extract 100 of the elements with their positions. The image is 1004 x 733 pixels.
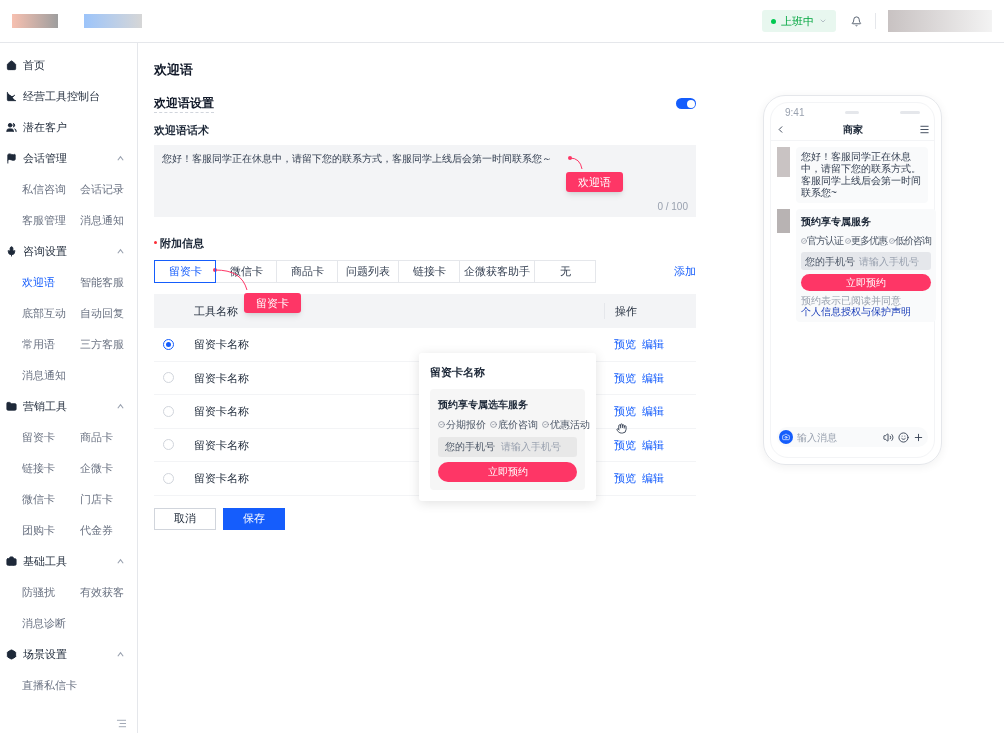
status-dropdown[interactable]: 上班中 xyxy=(762,10,836,32)
chevron-icon[interactable] xyxy=(116,557,125,566)
card-type-tab[interactable]: 企微获客助手 xyxy=(459,260,535,283)
collapse-icon[interactable] xyxy=(116,718,127,729)
sidebar-subitem[interactable]: 自动回复 xyxy=(79,298,137,329)
sidebar-subitem[interactable]: 底部互动 xyxy=(22,298,80,329)
briefcase-icon xyxy=(6,556,17,567)
privacy-link[interactable]: 个人信息授权与保护声明 xyxy=(801,306,911,317)
sidebar-item[interactable]: 会话管理 xyxy=(0,143,137,174)
sidebar-item[interactable]: 咨询设置 xyxy=(0,236,137,267)
table-cell-text: 留资卡名称 xyxy=(194,471,249,486)
card-type-tab[interactable]: 无 xyxy=(534,260,596,283)
emoji-icon[interactable] xyxy=(898,431,909,443)
sidebar-item[interactable]: 首页 xyxy=(0,50,137,81)
book-button[interactable]: 立即预约 xyxy=(801,274,931,291)
lead-card: 预约享专属服务 官方认证 更多优惠 低价咨询 您的手机号 请输入手机号 立即预约 预约表示已阅读并同意 个人信息授权与保护声明 xyxy=(796,209,936,322)
sidebar-item[interactable]: 潜在客户 xyxy=(0,112,137,143)
sidebar-subitem[interactable]: 常用语 xyxy=(22,329,80,360)
sidebar-subitem[interactable]: 代金券 xyxy=(79,515,137,546)
check-icon xyxy=(438,420,445,428)
save-button[interactable]: 保存 xyxy=(223,507,285,530)
notification-icon[interactable] xyxy=(851,15,862,27)
table-cell-text: 留资卡名称 xyxy=(194,437,249,453)
check-icon xyxy=(542,420,549,428)
logo-placeholder xyxy=(84,14,142,28)
logo-placeholder xyxy=(12,14,58,28)
sidebar-item[interactable]: 经营工具控制台 xyxy=(0,81,137,112)
sidebar-subitem[interactable]: 智能客服 xyxy=(79,267,137,298)
sidebar-item[interactable]: 基础工具 xyxy=(0,546,137,577)
add-link[interactable]: 添加 xyxy=(674,263,696,280)
sidebar-subitem[interactable]: 客服管理 xyxy=(22,205,80,236)
action-link[interactable]: 编辑 xyxy=(642,470,664,487)
sidebar-subitem[interactable]: 消息通知 xyxy=(22,360,80,391)
sidebar-subitem[interactable]: 门店卡 xyxy=(79,484,137,515)
camera-button[interactable] xyxy=(779,430,793,444)
sidebar-subitem[interactable]: 直播私信卡 xyxy=(22,670,80,701)
sidebar-subitem[interactable]: 消息诊断 xyxy=(22,608,80,639)
chevron-icon[interactable] xyxy=(116,650,125,659)
card-title: 预约享专属选车服务 xyxy=(438,397,529,412)
hexagon-icon xyxy=(6,649,17,660)
column-header: 操作 xyxy=(604,302,696,320)
toggle-switch[interactable] xyxy=(676,98,696,109)
pointer-cursor-icon xyxy=(616,423,627,434)
sidebar-subitem[interactable]: 三方客服 xyxy=(79,329,137,360)
sidebar-subitem[interactable]: 企微卡 xyxy=(79,453,137,484)
action-link[interactable]: 编辑 xyxy=(642,403,664,420)
sidebar-subitem[interactable]: 有效获客 xyxy=(79,577,137,608)
sidebar-subitem[interactable]: 会话记录 xyxy=(79,174,137,205)
sidebar-subitem[interactable]: 团购卡 xyxy=(22,515,80,546)
sidebar-item-label: 基础工具 xyxy=(23,554,68,570)
menu-icon[interactable] xyxy=(919,124,930,135)
card-tag: 更多优惠 xyxy=(851,233,887,248)
action-link[interactable]: 预览 xyxy=(614,403,636,420)
action-link[interactable]: 预览 xyxy=(614,436,636,453)
book-button[interactable]: 立即预约 xyxy=(438,461,577,482)
card-type-tab[interactable]: 链接卡 xyxy=(398,260,460,283)
sidebar-item-label: 经营工具控制台 xyxy=(23,89,101,105)
action-link[interactable]: 预览 xyxy=(614,369,636,386)
sidebar-subitem[interactable]: 欢迎语 xyxy=(22,267,80,298)
action-link[interactable]: 编辑 xyxy=(642,336,664,353)
chat-title: 商家 xyxy=(842,123,863,137)
camera-icon xyxy=(782,433,790,441)
sidebar-subitem[interactable]: 留资卡 xyxy=(22,422,80,453)
check-icon xyxy=(889,237,895,244)
card-type-tab[interactable]: 商品卡 xyxy=(276,260,338,283)
card-tag: 分期报价 xyxy=(446,416,486,432)
action-link[interactable]: 编辑 xyxy=(642,436,664,453)
sidebar-item-label: 咨询设置 xyxy=(23,244,68,260)
users-icon xyxy=(6,122,17,133)
avatar-placeholder xyxy=(777,209,790,233)
chevron-icon[interactable] xyxy=(116,402,125,411)
folder-icon xyxy=(6,401,17,412)
card-type-tab[interactable]: 问题列表 xyxy=(337,260,399,283)
plus-icon[interactable] xyxy=(913,431,924,443)
chevron-icon[interactable] xyxy=(116,154,125,163)
action-link[interactable]: 编辑 xyxy=(642,369,664,386)
sidebar-subitem[interactable]: 私信咨询 xyxy=(22,174,80,205)
cancel-button[interactable]: 取消 xyxy=(154,507,216,530)
sidebar-subitem[interactable]: 链接卡 xyxy=(22,453,80,484)
sidebar-item-label: 潜在客户 xyxy=(23,120,68,136)
card-tag: 优惠活动 xyxy=(550,416,590,432)
check-icon xyxy=(490,420,497,428)
sidebar-item[interactable]: 场景设置 xyxy=(0,639,137,670)
card-type-tab[interactable]: 微信卡 xyxy=(215,260,277,283)
phone-input-field[interactable]: 您的手机号 请输入手机号 xyxy=(801,252,931,270)
phone-input-field[interactable]: 您的手机号 请输入手机号 xyxy=(438,436,577,457)
chevron-icon[interactable] xyxy=(116,247,125,256)
voice-icon[interactable] xyxy=(883,431,894,443)
sidebar-subitem[interactable]: 微信卡 xyxy=(22,484,80,515)
home-icon xyxy=(6,60,17,71)
table-cell-text: 留资卡名称 xyxy=(194,370,249,386)
message-bubble: 您好！客服同学正在休息中，请留下您的联系方式。客服同学上线后会第一时间联系您~ xyxy=(796,147,928,203)
sidebar-subitem[interactable]: 商品卡 xyxy=(79,422,137,453)
action-link[interactable]: 预览 xyxy=(614,336,636,353)
action-link[interactable]: 预览 xyxy=(614,470,636,487)
card-type-tab[interactable]: 留资卡 xyxy=(154,260,216,283)
sidebar-subitem[interactable]: 消息通知 xyxy=(79,205,137,236)
sidebar-subitem[interactable]: 防骚扰 xyxy=(22,577,80,608)
sidebar-item[interactable]: 营销工具 xyxy=(0,391,137,422)
caret-icon xyxy=(819,17,827,25)
